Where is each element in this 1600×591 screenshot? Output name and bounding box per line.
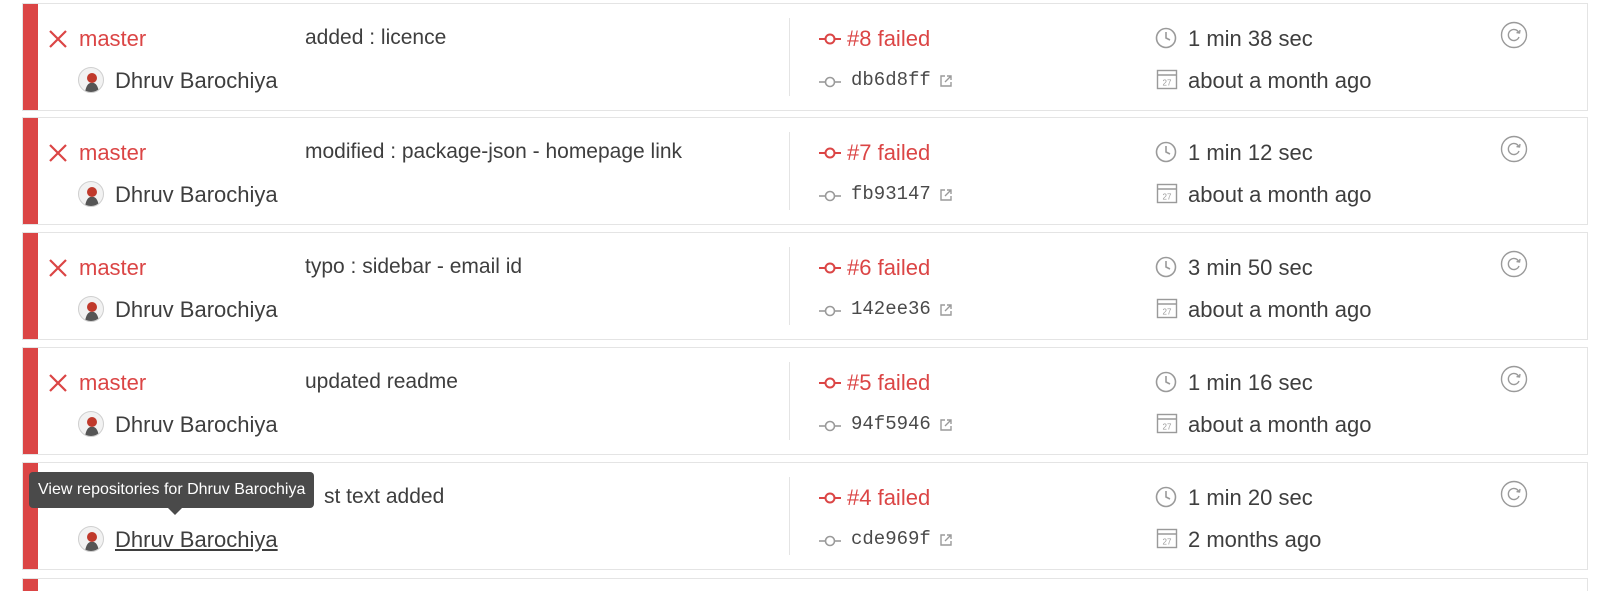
- build-date: about a month ago: [1188, 68, 1372, 93]
- branch-name[interactable]: master: [79, 140, 146, 166]
- build-row[interactable]: master Dhruv Barochiya added : licence #…: [22, 3, 1588, 111]
- calendar-icon: 27: [1156, 69, 1178, 90]
- commit-icon: [819, 420, 841, 432]
- branch-name[interactable]: master: [79, 26, 146, 52]
- avatar[interactable]: [78, 181, 104, 207]
- clock-icon: [1155, 256, 1177, 278]
- divider: [789, 18, 790, 96]
- svg-text:27: 27: [1163, 193, 1172, 202]
- author-name[interactable]: Dhruv Barochiya: [115, 297, 278, 323]
- avatar[interactable]: [78, 67, 104, 93]
- divider: [789, 477, 790, 555]
- build-row[interactable]: master Dhruv Barochiya typo : sidebar - …: [22, 232, 1588, 340]
- clock-icon: [1155, 141, 1177, 163]
- build-history-list: master Dhruv Barochiya added : licence #…: [0, 0, 1600, 591]
- avatar[interactable]: [78, 296, 104, 322]
- svg-text:27: 27: [1163, 538, 1172, 547]
- commit-message: typo : sidebar - email id: [305, 255, 523, 278]
- external-link-icon[interactable]: [939, 74, 953, 88]
- build-number-status[interactable]: #4 failed: [847, 485, 930, 511]
- restart-icon[interactable]: [1500, 480, 1528, 508]
- build-date: about a month ago: [1188, 297, 1372, 322]
- build-commit-icon: [819, 33, 841, 45]
- failed-status-stripe: [23, 348, 38, 454]
- external-link-icon[interactable]: [939, 533, 953, 547]
- build-duration: 1 min 38 sec: [1188, 26, 1313, 51]
- x-failed-icon: [49, 259, 67, 277]
- external-link-icon[interactable]: [939, 418, 953, 432]
- svg-text:27: 27: [1163, 308, 1172, 317]
- commit-message: modified : package-json - homepage link: [305, 140, 683, 163]
- build-duration: 1 min 16 sec: [1188, 370, 1313, 395]
- restart-icon[interactable]: [1500, 21, 1528, 49]
- restart-icon[interactable]: [1500, 365, 1528, 393]
- calendar-icon: 27: [1156, 528, 1178, 549]
- build-commit-icon: [819, 377, 841, 389]
- external-link-icon[interactable]: [939, 303, 953, 317]
- commit-sha-link[interactable]: fb93147: [851, 183, 931, 205]
- author-tooltip: View repositories for Dhruv Barochiya: [29, 472, 315, 508]
- svg-text:27: 27: [1163, 79, 1172, 88]
- divider: [789, 132, 790, 210]
- build-duration: 1 min 12 sec: [1188, 140, 1313, 165]
- commit-sha-link[interactable]: db6d8ff: [851, 69, 931, 91]
- commit-sha-link[interactable]: 142ee36: [851, 298, 931, 320]
- build-number-status[interactable]: #7 failed: [847, 140, 930, 166]
- author-name[interactable]: Dhruv Barochiya: [115, 182, 278, 208]
- x-failed-icon: [49, 144, 67, 162]
- build-number-status[interactable]: #6 failed: [847, 255, 930, 281]
- build-commit-icon: [819, 147, 841, 159]
- branch-name[interactable]: master: [79, 370, 146, 396]
- avatar[interactable]: [78, 411, 104, 437]
- clock-icon: [1155, 371, 1177, 393]
- commit-sha-link[interactable]: 94f5946: [851, 413, 931, 435]
- failed-status-stripe: [23, 233, 38, 339]
- build-date: 2 months ago: [1188, 527, 1322, 552]
- branch-name[interactable]: master: [79, 255, 146, 281]
- build-commit-icon: [819, 492, 841, 504]
- failed-status-stripe: [23, 4, 38, 110]
- clock-icon: [1155, 486, 1177, 508]
- commit-icon: [819, 76, 841, 88]
- build-commit-icon: [819, 262, 841, 274]
- commit-sha-link[interactable]: cde969f: [851, 528, 931, 550]
- external-link-icon[interactable]: [939, 188, 953, 202]
- divider: [789, 247, 790, 325]
- build-number-status[interactable]: #5 failed: [847, 370, 930, 396]
- commit-message: st text added: [324, 485, 445, 508]
- failed-status-stripe: [23, 579, 38, 591]
- failed-status-stripe: [23, 118, 38, 224]
- author-name[interactable]: Dhruv Barochiya: [115, 68, 278, 94]
- build-row[interactable]: master Dhruv Barochiya modified : packag…: [22, 117, 1588, 225]
- commit-icon: [819, 535, 841, 547]
- build-row[interactable]: [22, 578, 1588, 591]
- build-number-status[interactable]: #8 failed: [847, 26, 930, 52]
- commit-message: added : licence: [305, 26, 447, 49]
- divider: [789, 362, 790, 440]
- tooltip-arrow: [168, 508, 182, 515]
- svg-text:27: 27: [1163, 423, 1172, 432]
- x-failed-icon: [49, 374, 67, 392]
- calendar-icon: 27: [1156, 183, 1178, 204]
- commit-message: updated readme: [305, 370, 458, 393]
- x-failed-icon: [49, 30, 67, 48]
- author-name[interactable]: Dhruv Barochiya: [115, 527, 278, 553]
- build-row[interactable]: master Dhruv Barochiya updated readme #5…: [22, 347, 1588, 455]
- commit-icon: [819, 305, 841, 317]
- build-date: about a month ago: [1188, 182, 1372, 207]
- restart-icon[interactable]: [1500, 135, 1528, 163]
- calendar-icon: 27: [1156, 413, 1178, 434]
- calendar-icon: 27: [1156, 298, 1178, 319]
- clock-icon: [1155, 27, 1177, 49]
- build-duration: 1 min 20 sec: [1188, 485, 1313, 510]
- avatar[interactable]: [78, 526, 104, 552]
- restart-icon[interactable]: [1500, 250, 1528, 278]
- build-duration: 3 min 50 sec: [1188, 255, 1313, 280]
- commit-icon: [819, 190, 841, 202]
- build-date: about a month ago: [1188, 412, 1372, 437]
- author-name[interactable]: Dhruv Barochiya: [115, 412, 278, 438]
